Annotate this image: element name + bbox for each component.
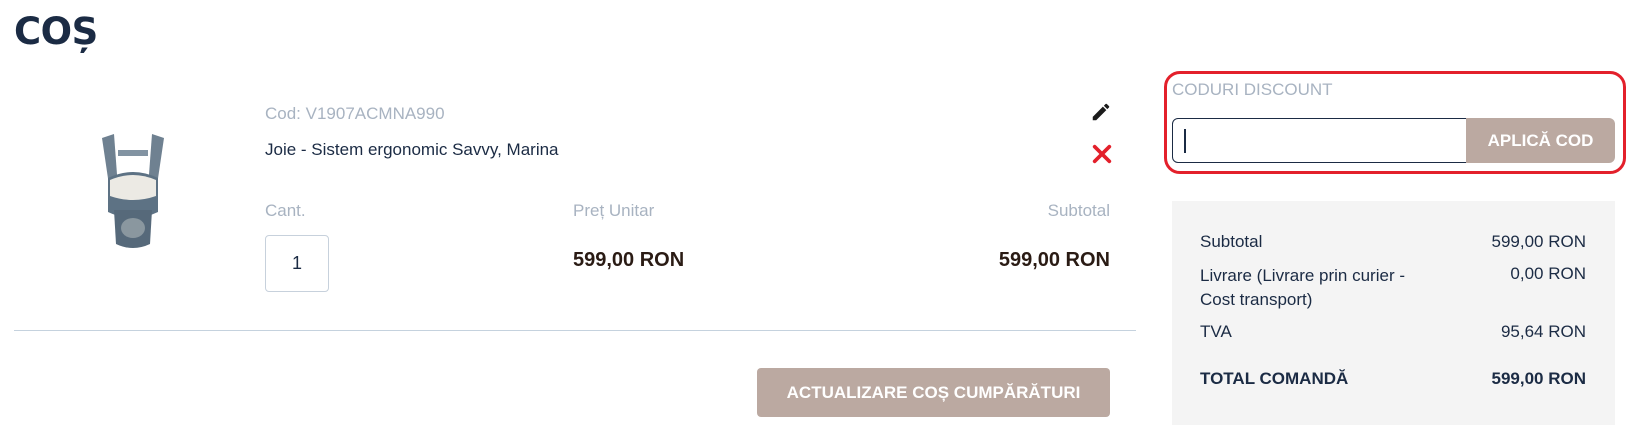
line-subtotal-value: 599,00 RON [998,249,1110,271]
cart-page: COȘ Cod: V1907ACMNA990 Joie - Sistem erg… [0,0,1630,425]
summary-total-label: TOTAL COMANDĂ [1200,369,1349,388]
close-icon[interactable] [1091,143,1113,165]
summary-shipping-label: Livrare (Livrare prin curier - Cost tran… [1200,266,1405,309]
summary-tax-label: TVA [1200,322,1232,341]
discount-title: CODURI DISCOUNT [1172,80,1333,99]
summary-subtotal-label: Subtotal [1200,232,1263,251]
page-title: COȘ [14,10,98,53]
product-code: Cod: V1907ACMNA990 [265,104,445,123]
summary-subtotal-value: 599,00 RON [1491,232,1587,251]
pencil-icon[interactable] [1090,101,1112,123]
subtotal-label: Subtotal [1047,201,1110,220]
apply-code-button[interactable]: APLICĂ COD [1466,118,1615,163]
text-caret [1184,129,1186,153]
update-cart-button[interactable]: ACTUALIZARE COȘ CUMPĂRĂTURI [757,368,1110,417]
unit-price-value: 599,00 RON [573,249,685,271]
quantity-label: Cant. [265,201,306,220]
summary-total-value: 599,00 RON [1491,369,1587,388]
summary-tax-value: 95,64 RON [1500,322,1586,341]
unit-price-label: Preț Unitar [573,201,655,220]
discount-code-input[interactable] [1172,118,1468,163]
divider [14,330,1136,331]
quantity-input[interactable] [265,235,329,292]
product-name[interactable]: Joie - Sistem ergonomic Savvy, Marina [265,140,559,160]
baby-carrier-image [102,134,164,248]
summary-shipping-value: 0,00 RON [1510,264,1586,283]
